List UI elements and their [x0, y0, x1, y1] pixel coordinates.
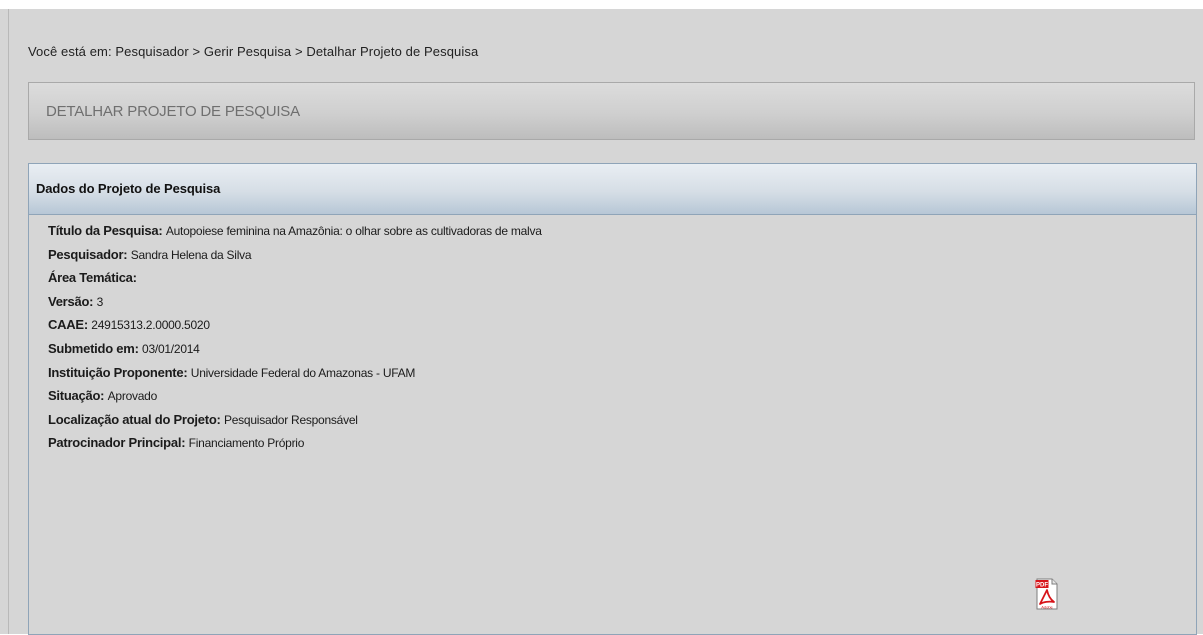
field-versao: Versão: 3: [48, 294, 1168, 318]
panel-title: Dados do Projeto de Pesquisa: [36, 181, 221, 196]
pdf-icon-label: PDF: [1036, 582, 1048, 588]
page-area: Você está em: Pesquisador > Gerir Pesqui…: [0, 9, 1203, 635]
panel-header: Dados do Projeto de Pesquisa: [29, 164, 1196, 215]
left-divider: [8, 9, 9, 634]
field-value: Financiamento Próprio: [188, 436, 305, 451]
field-situacao: Situação: Aprovado: [48, 388, 1168, 412]
field-value: Universidade Federal do Amazonas - UFAM: [190, 365, 416, 380]
page-title: DETALHAR PROJETO DE PESQUISA: [46, 103, 300, 120]
field-label: Submetido em:: [48, 340, 139, 356]
field-value: 03/01/2014: [142, 341, 200, 356]
field-value: 3: [96, 294, 104, 309]
field-label: Área Temática:: [48, 270, 137, 286]
pdf-icon[interactable]: PDF Adobe: [1035, 578, 1059, 610]
field-value: 24915313.2.0000.5020: [91, 318, 210, 333]
field-label: Patrocinador Principal:: [48, 435, 186, 451]
field-label: Pesquisador:: [48, 246, 128, 262]
project-fields: Título da Pesquisa: Autopoiese feminina …: [48, 223, 1168, 459]
breadcrumb: Você está em: Pesquisador > Gerir Pesqui…: [28, 44, 479, 59]
field-label: CAAE:: [48, 317, 88, 333]
pdf-icon-caption: Adobe: [1041, 605, 1053, 610]
project-details-panel: Dados do Projeto de Pesquisa Título da P…: [28, 163, 1197, 635]
field-submetido-em: Submetido em: 03/01/2014: [48, 341, 1168, 365]
field-value: Aprovado: [107, 389, 158, 404]
field-titulo: Título da Pesquisa: Autopoiese feminina …: [48, 223, 1168, 247]
field-value: Sandra Helena da Silva: [130, 247, 252, 262]
field-label: Título da Pesquisa:: [48, 223, 163, 238]
field-value: Pesquisador Responsável: [224, 412, 358, 427]
field-label: Versão:: [48, 293, 94, 309]
field-patrocinador: Patrocinador Principal: Financiamento Pr…: [48, 435, 1168, 459]
field-instituicao-proponente: Instituição Proponente: Universidade Fed…: [48, 365, 1168, 389]
field-caae: CAAE: 24915313.2.0000.5020: [48, 317, 1168, 341]
field-label: Localização atual do Projeto:: [48, 411, 221, 427]
field-label: Instituição Proponente:: [48, 364, 188, 380]
field-localizacao: Localização atual do Projeto: Pesquisado…: [48, 412, 1168, 436]
field-pesquisador: Pesquisador: Sandra Helena da Silva: [48, 247, 1168, 271]
field-value: Autopoiese feminina na Amazônia: o olhar…: [165, 224, 542, 238]
page-header: DETALHAR PROJETO DE PESQUISA: [28, 82, 1195, 140]
field-area-tematica: Área Temática:: [48, 270, 1168, 294]
field-label: Situação:: [48, 388, 105, 404]
